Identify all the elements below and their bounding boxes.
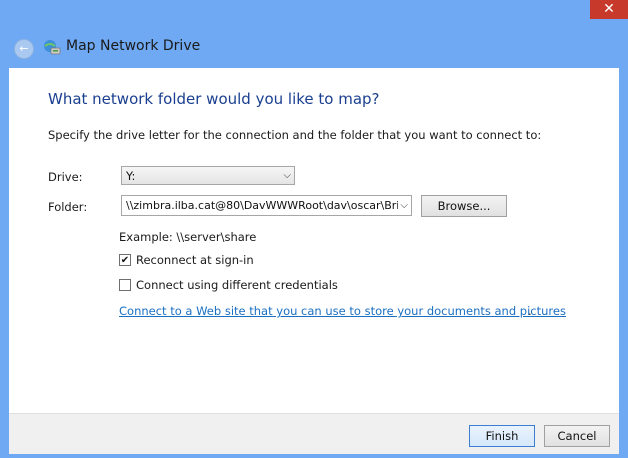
dialog-content: What network folder would you like to ma… [9,68,619,413]
drive-select[interactable]: Y: ⌵ [121,166,295,185]
checkmark-icon: ✔ [120,255,130,266]
folder-input-value: \\zimbra.ilba.cat@80\DavWWWRoot\dav\osca… [126,199,400,212]
credentials-checkbox[interactable] [119,279,131,291]
folder-input[interactable]: \\zimbra.ilba.cat@80\DavWWWRoot\dav\osca… [121,195,412,216]
drive-label: Drive: [48,170,83,184]
back-button[interactable]: ← [14,39,34,59]
reconnect-label[interactable]: Reconnect at sign-in [136,253,254,267]
folder-label: Folder: [48,200,88,214]
network-drive-icon [44,40,61,55]
credentials-label[interactable]: Connect using different credentials [136,278,338,292]
close-button[interactable]: ✕ [590,0,628,19]
web-site-link[interactable]: Connect to a Web site that you can use t… [119,304,566,318]
reconnect-checkbox[interactable]: ✔ [119,254,131,266]
drive-select-value: Y: [126,169,136,183]
dialog-footer: Finish Cancel [9,413,619,454]
example-text: Example: \\server\share [119,230,257,244]
finish-button[interactable]: Finish [469,425,535,447]
close-icon: ✕ [603,1,615,17]
window-title: Map Network Drive [66,38,201,54]
browse-button[interactable]: Browse... [421,195,507,217]
page-title: What network folder would you like to ma… [48,90,380,108]
link-period: . [528,304,532,318]
back-arrow-icon: ← [19,42,29,55]
instruction-text: Specify the drive letter for the connect… [48,128,542,142]
window-frame: ✕ ← Map Network Drive What network folde… [0,0,628,458]
cancel-button[interactable]: Cancel [544,425,610,447]
chevron-down-icon[interactable]: ⌵ [398,196,408,215]
chevron-down-icon: ⌵ [283,170,291,181]
title-bar: ← Map Network Drive [0,24,628,68]
